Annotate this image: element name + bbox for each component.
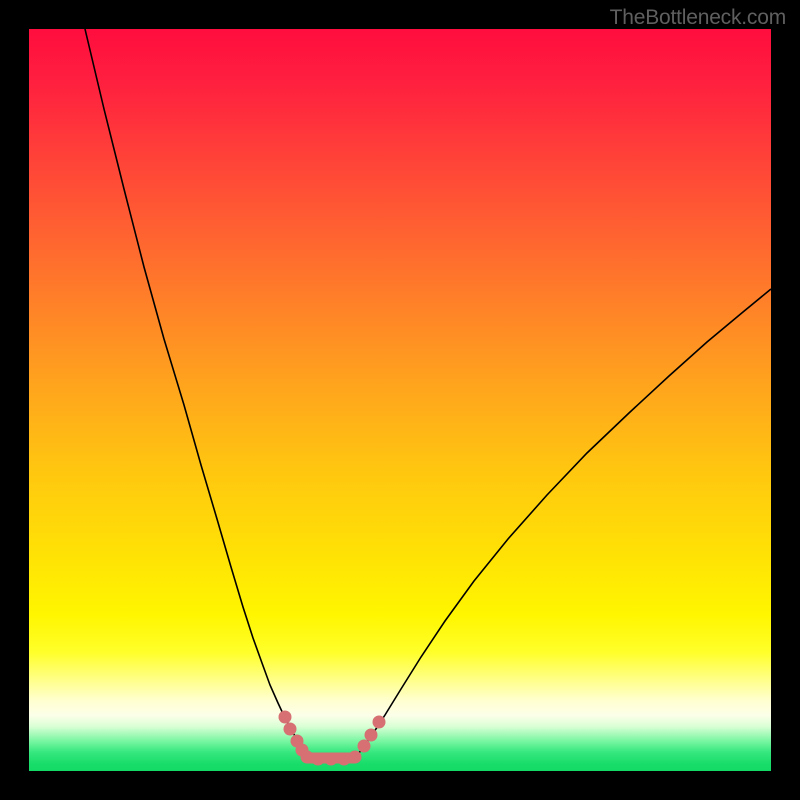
highlight-dot	[349, 751, 362, 764]
plot-area	[29, 29, 771, 771]
curve-layer	[29, 29, 771, 771]
left-branch-curve	[85, 29, 309, 758]
highlight-dot	[338, 753, 351, 766]
right-branch-curve	[355, 289, 771, 758]
highlight-dot	[325, 753, 338, 766]
highlight-dot	[284, 723, 297, 736]
highlight-dot	[358, 740, 371, 753]
watermark-text: TheBottleneck.com	[610, 6, 786, 30]
highlight-dot	[301, 751, 314, 764]
highlight-dots-group	[279, 711, 386, 766]
highlight-dot	[279, 711, 292, 724]
highlight-dot	[373, 716, 386, 729]
chart-frame: TheBottleneck.com	[0, 0, 800, 800]
highlight-dot	[365, 729, 378, 742]
highlight-dot	[312, 753, 325, 766]
